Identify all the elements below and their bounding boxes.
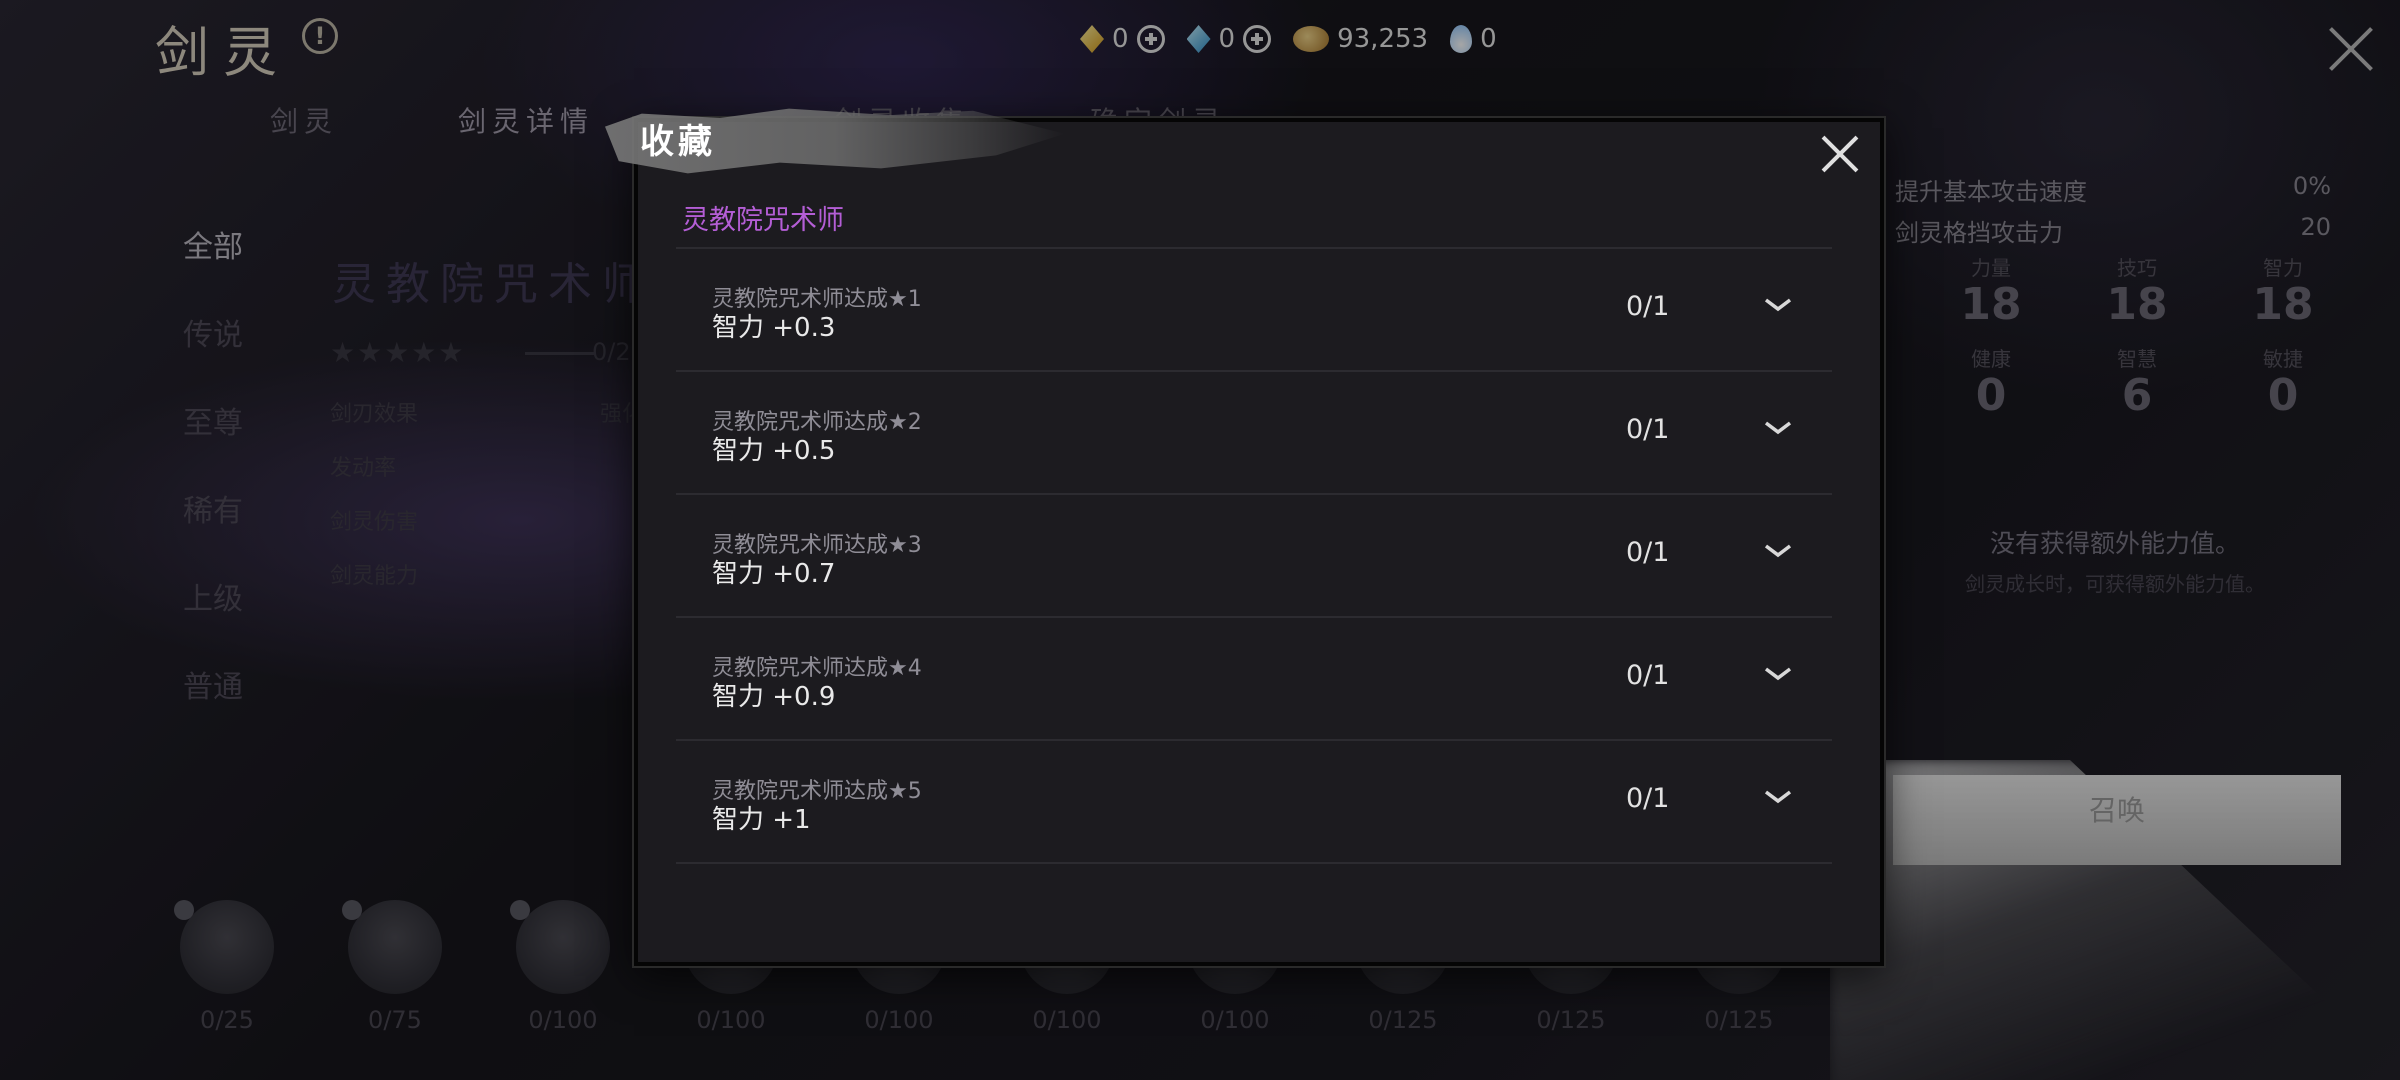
collection-section-title: 灵教院咒术师	[682, 205, 844, 236]
chevron-down-icon[interactable]	[1763, 787, 1793, 807]
collection-row[interactable]: 灵教院咒术师达成★3 智力 +0.7 0/1	[676, 495, 1832, 618]
collection-list: 灵教院咒术师达成★1 智力 +0.3 0/1 灵教院咒术师达成★2 智力 +0.…	[676, 247, 1832, 864]
collection-row-bonus: 智力 +0.9	[712, 682, 836, 712]
collection-row-bonus: 智力 +1	[712, 805, 811, 835]
collection-row-progress: 0/1	[1626, 414, 1670, 445]
collection-row-progress: 0/1	[1626, 537, 1670, 568]
chevron-down-icon[interactable]	[1763, 418, 1793, 438]
collection-row[interactable]: 灵教院咒术师达成★1 智力 +0.3 0/1	[676, 249, 1832, 372]
chevron-down-icon[interactable]	[1763, 664, 1793, 684]
modal-title: 收藏	[640, 122, 716, 162]
collection-row-bonus: 智力 +0.5	[712, 436, 836, 466]
collection-row-bonus: 智力 +0.3	[712, 313, 836, 343]
collection-row-progress: 0/1	[1626, 291, 1670, 322]
chevron-down-icon[interactable]	[1763, 295, 1793, 315]
chevron-down-icon[interactable]	[1763, 541, 1793, 561]
collection-row[interactable]: 灵教院咒术师达成★2 智力 +0.5 0/1	[676, 372, 1832, 495]
modal-close-icon[interactable]	[1820, 134, 1860, 174]
collection-row-progress: 0/1	[1626, 660, 1670, 691]
collection-row-progress: 0/1	[1626, 783, 1670, 814]
collection-row-bonus: 智力 +0.7	[712, 559, 836, 589]
collection-row[interactable]: 灵教院咒术师达成★4 智力 +0.9 0/1	[676, 618, 1832, 741]
collection-row[interactable]: 灵教院咒术师达成★5 智力 +1 0/1	[676, 741, 1832, 864]
